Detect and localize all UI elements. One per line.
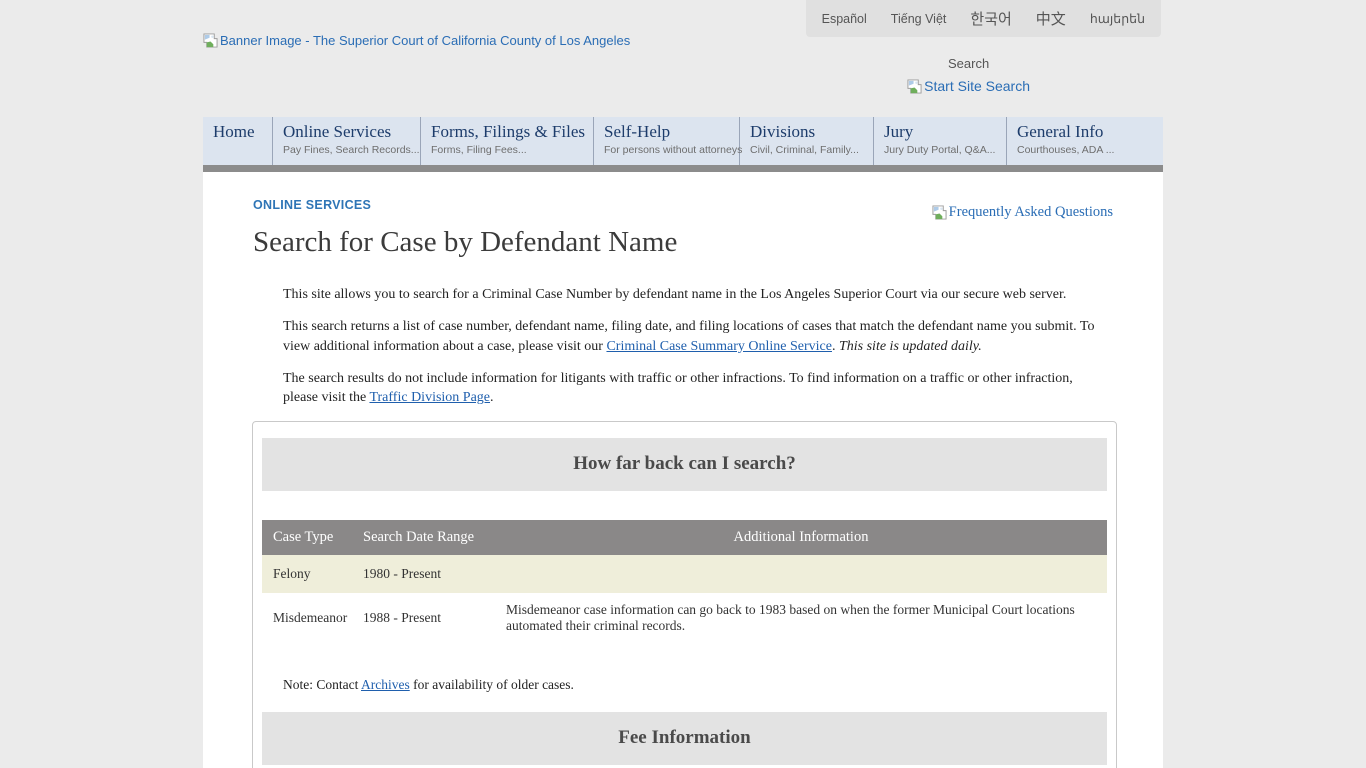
- nav-title: Divisions: [750, 122, 873, 142]
- how-far-back-banner: How far back can I search?: [262, 438, 1107, 491]
- intro-paragraph-2: This search returns a list of case numbe…: [283, 317, 1097, 356]
- site-search-block: Search Start Site Search: [907, 56, 1030, 94]
- nav-divider-strip: [203, 165, 1163, 172]
- search-label: Search: [948, 56, 989, 71]
- nav-title: General Info: [1017, 122, 1163, 142]
- nav-subtitle: Pay Fines, Search Records...: [283, 144, 420, 156]
- main-nav: Home Online Services Pay Fines, Search R…: [203, 117, 1163, 165]
- nav-item-forms-filings-files[interactable]: Forms, Filings & Files Forms, Filing Fee…: [421, 117, 594, 165]
- nav-item-online-services[interactable]: Online Services Pay Fines, Search Record…: [273, 117, 421, 165]
- banner-alt-text: Banner Image - The Superior Court of Cal…: [220, 33, 630, 48]
- note-text-before: Note: Contact: [283, 677, 361, 692]
- cell-info: Misdemeanor case information can go back…: [495, 593, 1107, 643]
- intro-paragraph-3: The search results do not include inform…: [283, 369, 1097, 408]
- page-title: Search for Case by Defendant Name: [253, 226, 1163, 259]
- intro-paragraph-2-dot: .: [832, 339, 839, 354]
- court-banner-link[interactable]: Banner Image - The Superior Court of Cal…: [203, 33, 630, 48]
- page-container: Español Tiếng Việt 한국어 中文 հայերեն Banner…: [203, 0, 1163, 768]
- search-range-table: Case Type Search Date Range Additional I…: [262, 520, 1107, 643]
- nav-title: Self-Help: [604, 122, 739, 142]
- cell-info: [495, 555, 1107, 593]
- search-info-box: How far back can I search? Case Type Sea…: [252, 421, 1117, 768]
- site-header: Banner Image - The Superior Court of Cal…: [203, 0, 1163, 117]
- updated-daily-note: This site is updated daily.: [839, 339, 982, 354]
- broken-image-icon: [203, 33, 218, 48]
- table-header-row: Case Type Search Date Range Additional I…: [262, 520, 1107, 555]
- fee-information-banner: Fee Information: [262, 712, 1107, 765]
- note-text-after: for availability of older cases.: [410, 677, 574, 692]
- criminal-case-summary-link[interactable]: Criminal Case Summary Online Service: [606, 339, 832, 354]
- how-far-back-title: How far back can I search?: [573, 453, 796, 475]
- nav-title: Jury: [884, 122, 1006, 142]
- nav-subtitle: For persons without attorneys: [604, 144, 739, 156]
- table-row-misdemeanor: Misdemeanor 1988 - Present Misdemeanor c…: [262, 593, 1107, 643]
- nav-title: Online Services: [283, 122, 420, 142]
- nav-item-general-info[interactable]: General Info Courthouses, ADA ...: [1007, 117, 1163, 165]
- table-row-felony: Felony 1980 - Present: [262, 555, 1107, 593]
- nav-subtitle: Courthouses, ADA ...: [1017, 144, 1163, 156]
- traffic-division-link[interactable]: Traffic Division Page: [369, 390, 490, 405]
- nav-item-divisions[interactable]: Divisions Civil, Criminal, Family...: [740, 117, 874, 165]
- faq-link[interactable]: Frequently Asked Questions: [932, 204, 1113, 221]
- nav-item-jury[interactable]: Jury Jury Duty Portal, Q&A...: [874, 117, 1007, 165]
- nav-title: Home: [213, 122, 272, 142]
- main-content: Frequently Asked Questions ONLINE SERVIC…: [203, 172, 1163, 768]
- broken-image-icon: [907, 79, 922, 94]
- cell-case-type: Felony: [262, 555, 352, 593]
- nav-item-self-help[interactable]: Self-Help For persons without attorneys: [594, 117, 740, 165]
- nav-title: Forms, Filings & Files: [431, 122, 593, 142]
- archives-link[interactable]: Archives: [361, 677, 410, 692]
- nav-item-home[interactable]: Home: [203, 117, 273, 165]
- intro-paragraph-1-text: This site allows you to search for a Cri…: [283, 287, 1066, 302]
- nav-subtitle: Jury Duty Portal, Q&A...: [884, 144, 1006, 156]
- start-site-search-label: Start Site Search: [924, 78, 1030, 94]
- archives-note: Note: Contact Archives for availability …: [283, 677, 1107, 693]
- cell-date-range: 1988 - Present: [352, 593, 495, 643]
- intro-paragraphs: This site allows you to search for a Cri…: [283, 285, 1097, 408]
- intro-paragraph-3-period: .: [490, 390, 494, 405]
- header-search-date-range: Search Date Range: [352, 520, 495, 555]
- broken-image-icon: [932, 205, 947, 220]
- nav-subtitle: Forms, Filing Fees...: [431, 144, 593, 156]
- cell-case-type: Misdemeanor: [262, 593, 352, 643]
- header-case-type: Case Type: [262, 520, 352, 555]
- fee-information-title: Fee Information: [618, 727, 750, 749]
- start-site-search-link[interactable]: Start Site Search: [907, 78, 1030, 94]
- faq-link-label: Frequently Asked Questions: [949, 204, 1113, 221]
- nav-subtitle: Civil, Criminal, Family...: [750, 144, 873, 156]
- cell-date-range: 1980 - Present: [352, 555, 495, 593]
- intro-paragraph-1: This site allows you to search for a Cri…: [283, 285, 1097, 304]
- header-additional-information: Additional Information: [495, 520, 1107, 555]
